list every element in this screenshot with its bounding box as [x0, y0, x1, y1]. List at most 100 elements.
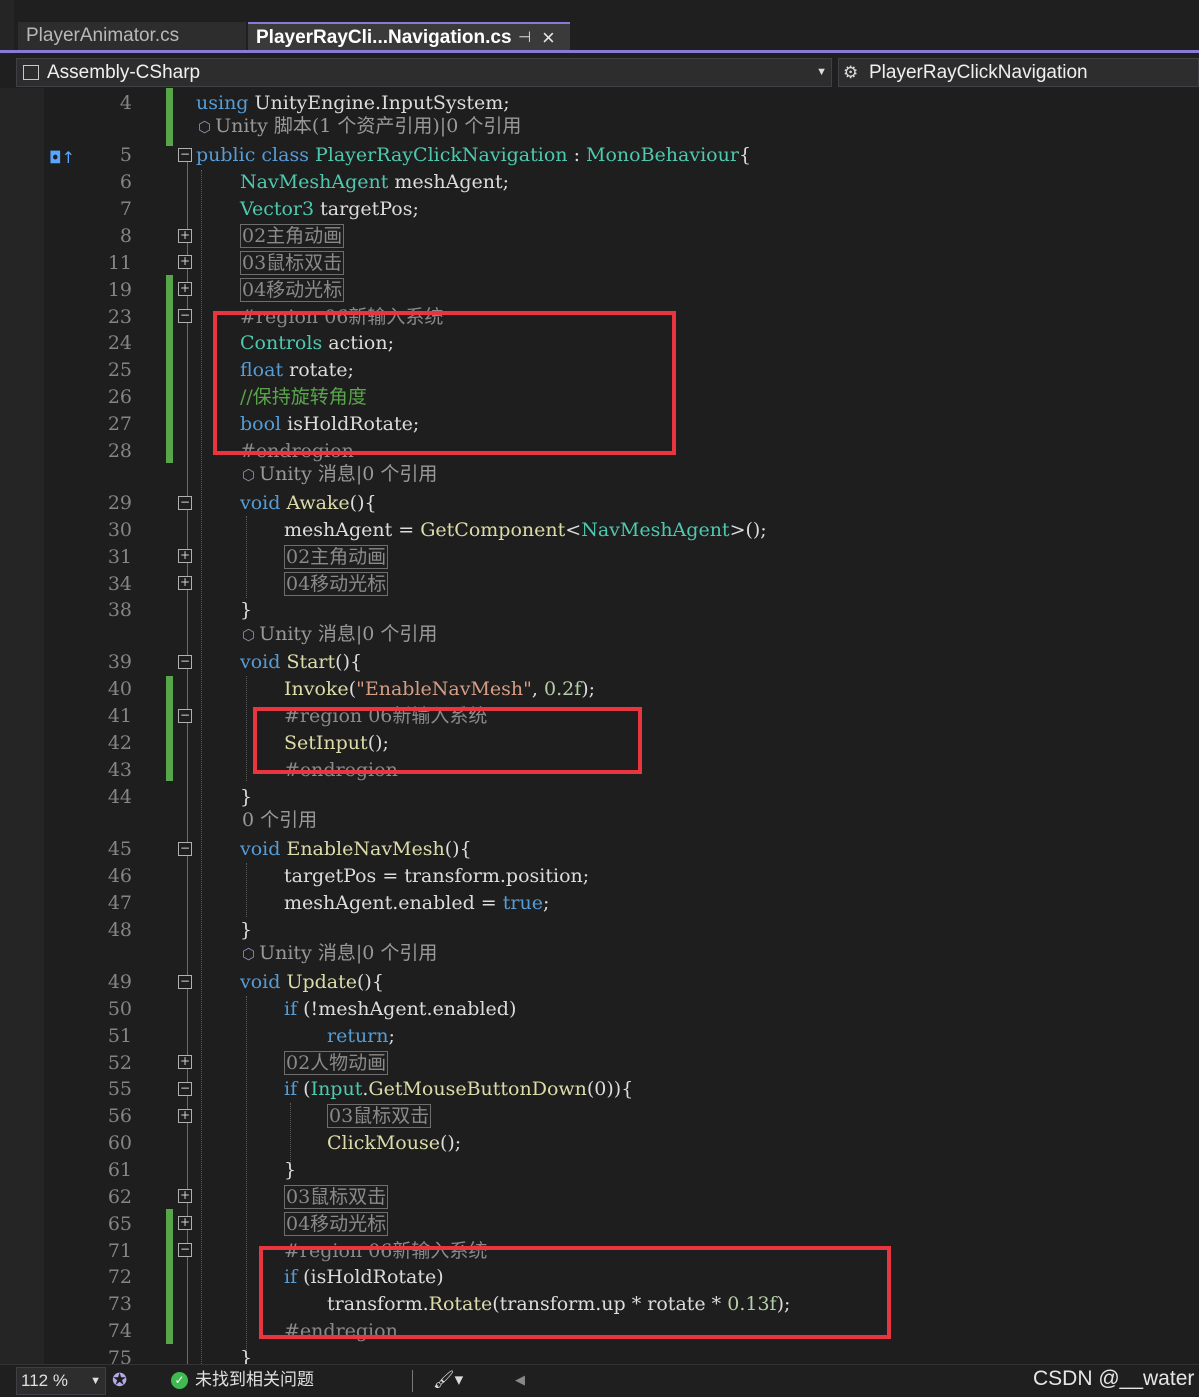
collapsed-region[interactable]: 04移动光标 — [240, 278, 345, 302]
collapse-toggle[interactable]: − — [178, 148, 192, 162]
code-line[interactable]: 03鼠标双击 — [327, 1103, 432, 1130]
collapse-toggle[interactable]: − — [178, 309, 192, 323]
code-line[interactable]: } — [284, 1157, 296, 1184]
expand-toggle[interactable]: + — [178, 229, 192, 243]
line-number: 50 — [107, 998, 132, 1020]
code-line[interactable]: ClickMouse(); — [327, 1130, 461, 1157]
collapse-toggle[interactable]: − — [178, 975, 192, 989]
line-number: 65 — [107, 1213, 132, 1235]
code-line[interactable]: return; — [327, 1023, 395, 1050]
line-number: 26 — [107, 386, 132, 408]
collapsed-region[interactable]: 03鼠标双击 — [240, 251, 345, 275]
expand-toggle[interactable]: + — [178, 1216, 192, 1230]
code-line[interactable]: 02主角动画 — [240, 223, 345, 250]
collapsed-region[interactable]: 03鼠标双击 — [284, 1185, 389, 1209]
tab-accent-line — [0, 50, 1199, 53]
copilot-icon[interactable]: ✪ — [112, 1365, 127, 1395]
code-line[interactable]: } — [240, 597, 252, 624]
chevron-down-icon[interactable]: ▼ — [90, 1368, 101, 1394]
codelens[interactable]: ⬡ Unity 脚本(1 个资产引用)|0 个引用 — [198, 114, 521, 139]
chevron-down-icon[interactable]: ▼ — [816, 59, 827, 86]
line-number: 56 — [107, 1105, 132, 1127]
pin-icon[interactable]: ⊣ — [518, 24, 531, 52]
zoom-dropdown[interactable]: 112 % ▼ — [16, 1367, 106, 1395]
code-line[interactable]: } — [240, 784, 252, 811]
highlight-box — [259, 1246, 891, 1339]
code-line[interactable]: 02主角动画 — [284, 544, 389, 571]
tab-player-ray-click-navigation[interactable]: PlayerRayCli...Navigation.cs ⊣ × — [248, 22, 570, 50]
project-dropdown[interactable]: Assembly-CSharp ▼ — [16, 58, 832, 87]
line-number: 30 — [107, 519, 132, 541]
line-number: 5 — [119, 144, 132, 166]
expand-toggle[interactable]: + — [178, 576, 192, 590]
code-line[interactable]: if (Input.GetMouseButtonDown(0)){ — [284, 1076, 633, 1103]
line-number: 11 — [107, 252, 132, 274]
code-cleanup-icon[interactable]: 🖌▾ — [433, 1365, 463, 1395]
expand-toggle[interactable]: + — [178, 1055, 192, 1069]
close-icon[interactable]: × — [542, 24, 555, 52]
collapse-toggle[interactable]: − — [178, 709, 192, 723]
code-line[interactable]: Invoke("EnableNavMesh", 0.2f); — [284, 676, 595, 703]
member-dropdown[interactable]: ⚙ PlayerRayClickNavigation — [838, 58, 1199, 87]
code-line[interactable]: } — [240, 917, 252, 944]
codelens[interactable]: 0 个引用 — [242, 808, 317, 832]
collapsed-region[interactable]: 03鼠标双击 — [327, 1104, 432, 1128]
code-line[interactable]: 04移动光标 — [240, 277, 345, 304]
code-line[interactable]: if (!meshAgent.enabled) — [284, 996, 516, 1023]
codelens[interactable]: ⬡ Unity 消息|0 个引用 — [242, 941, 437, 966]
line-number: 61 — [107, 1159, 132, 1181]
code-line[interactable]: Vector3 targetPos; — [240, 196, 419, 223]
code-line[interactable]: meshAgent.enabled = true; — [284, 890, 549, 917]
code-line[interactable]: NavMeshAgent meshAgent; — [240, 169, 509, 196]
collapse-toggle[interactable]: − — [178, 655, 192, 669]
code-editor[interactable]: ◘↑ 4 5 6 7 8 11 19 23 24 25 26 27 28 29 … — [0, 88, 1199, 1364]
code-line[interactable]: meshAgent = GetComponent<NavMeshAgent>()… — [284, 517, 767, 544]
code-line[interactable]: 04移动光标 — [284, 571, 389, 598]
collapse-toggle[interactable]: − — [178, 1082, 192, 1096]
code-line[interactable]: void Update(){ — [240, 969, 384, 996]
tab-bar: PlayerAnimator.cs PlayerRayCli...Navigat… — [0, 0, 1199, 54]
collapsed-region[interactable]: 02主角动画 — [284, 545, 389, 569]
collapse-toggle[interactable]: − — [178, 1243, 192, 1257]
expand-toggle[interactable]: + — [178, 1189, 192, 1203]
expand-toggle[interactable]: + — [178, 282, 192, 296]
codelens[interactable]: ⬡ Unity 消息|0 个引用 — [242, 622, 437, 647]
collapsed-region[interactable]: 02主角动画 — [240, 224, 345, 248]
code-line[interactable]: public class PlayerRayClickNavigation : … — [196, 142, 751, 169]
collapsed-region[interactable]: 04移动光标 — [284, 1212, 389, 1236]
code-line[interactable]: using UnityEngine.InputSystem; — [196, 90, 510, 117]
highlight-box — [253, 707, 642, 774]
expand-toggle[interactable]: + — [178, 1109, 192, 1123]
issues-status[interactable]: 未找到相关问题 — [195, 1365, 314, 1395]
collapsed-region[interactable]: 04移动光标 — [284, 572, 389, 596]
collapse-toggle[interactable]: − — [178, 842, 192, 856]
code-line[interactable]: 04移动光标 — [284, 1211, 389, 1238]
scroll-left-icon[interactable]: ◀ — [515, 1365, 525, 1395]
expand-toggle[interactable]: + — [178, 549, 192, 563]
tab-player-animator[interactable]: PlayerAnimator.cs — [18, 22, 246, 50]
line-number: 75 — [107, 1347, 132, 1364]
code-line[interactable]: 03鼠标双击 — [284, 1184, 389, 1211]
code-line[interactable]: 02人物动画 — [284, 1050, 389, 1077]
code-line[interactable]: targetPos = transform.position; — [284, 863, 589, 890]
zoom-level: 112 % — [21, 1371, 68, 1390]
line-number: 43 — [107, 759, 132, 781]
line-number: 74 — [107, 1320, 132, 1342]
collapse-toggle[interactable]: − — [178, 496, 192, 510]
csharp-project-icon — [23, 65, 39, 80]
indent-guide — [246, 996, 247, 1364]
expand-toggle[interactable]: + — [178, 255, 192, 269]
line-number: 25 — [107, 359, 132, 381]
code-line[interactable]: 03鼠标双击 — [240, 250, 345, 277]
tab-label: PlayerAnimator.cs — [26, 25, 180, 46]
code-line[interactable]: void EnableNavMesh(){ — [240, 836, 472, 863]
code-line[interactable]: } — [240, 1345, 252, 1364]
check-circle-icon: ✓ — [171, 1372, 188, 1389]
codelens[interactable]: ⬡ Unity 消息|0 个引用 — [242, 462, 437, 487]
code-line[interactable]: void Awake(){ — [240, 490, 377, 517]
member-name: PlayerRayClickNavigation — [869, 62, 1088, 83]
code-line[interactable]: void Start(){ — [240, 649, 362, 676]
line-number: 62 — [107, 1186, 132, 1208]
collapsed-region[interactable]: 02人物动画 — [284, 1051, 389, 1075]
unity-icon: ⬡ — [242, 626, 256, 644]
